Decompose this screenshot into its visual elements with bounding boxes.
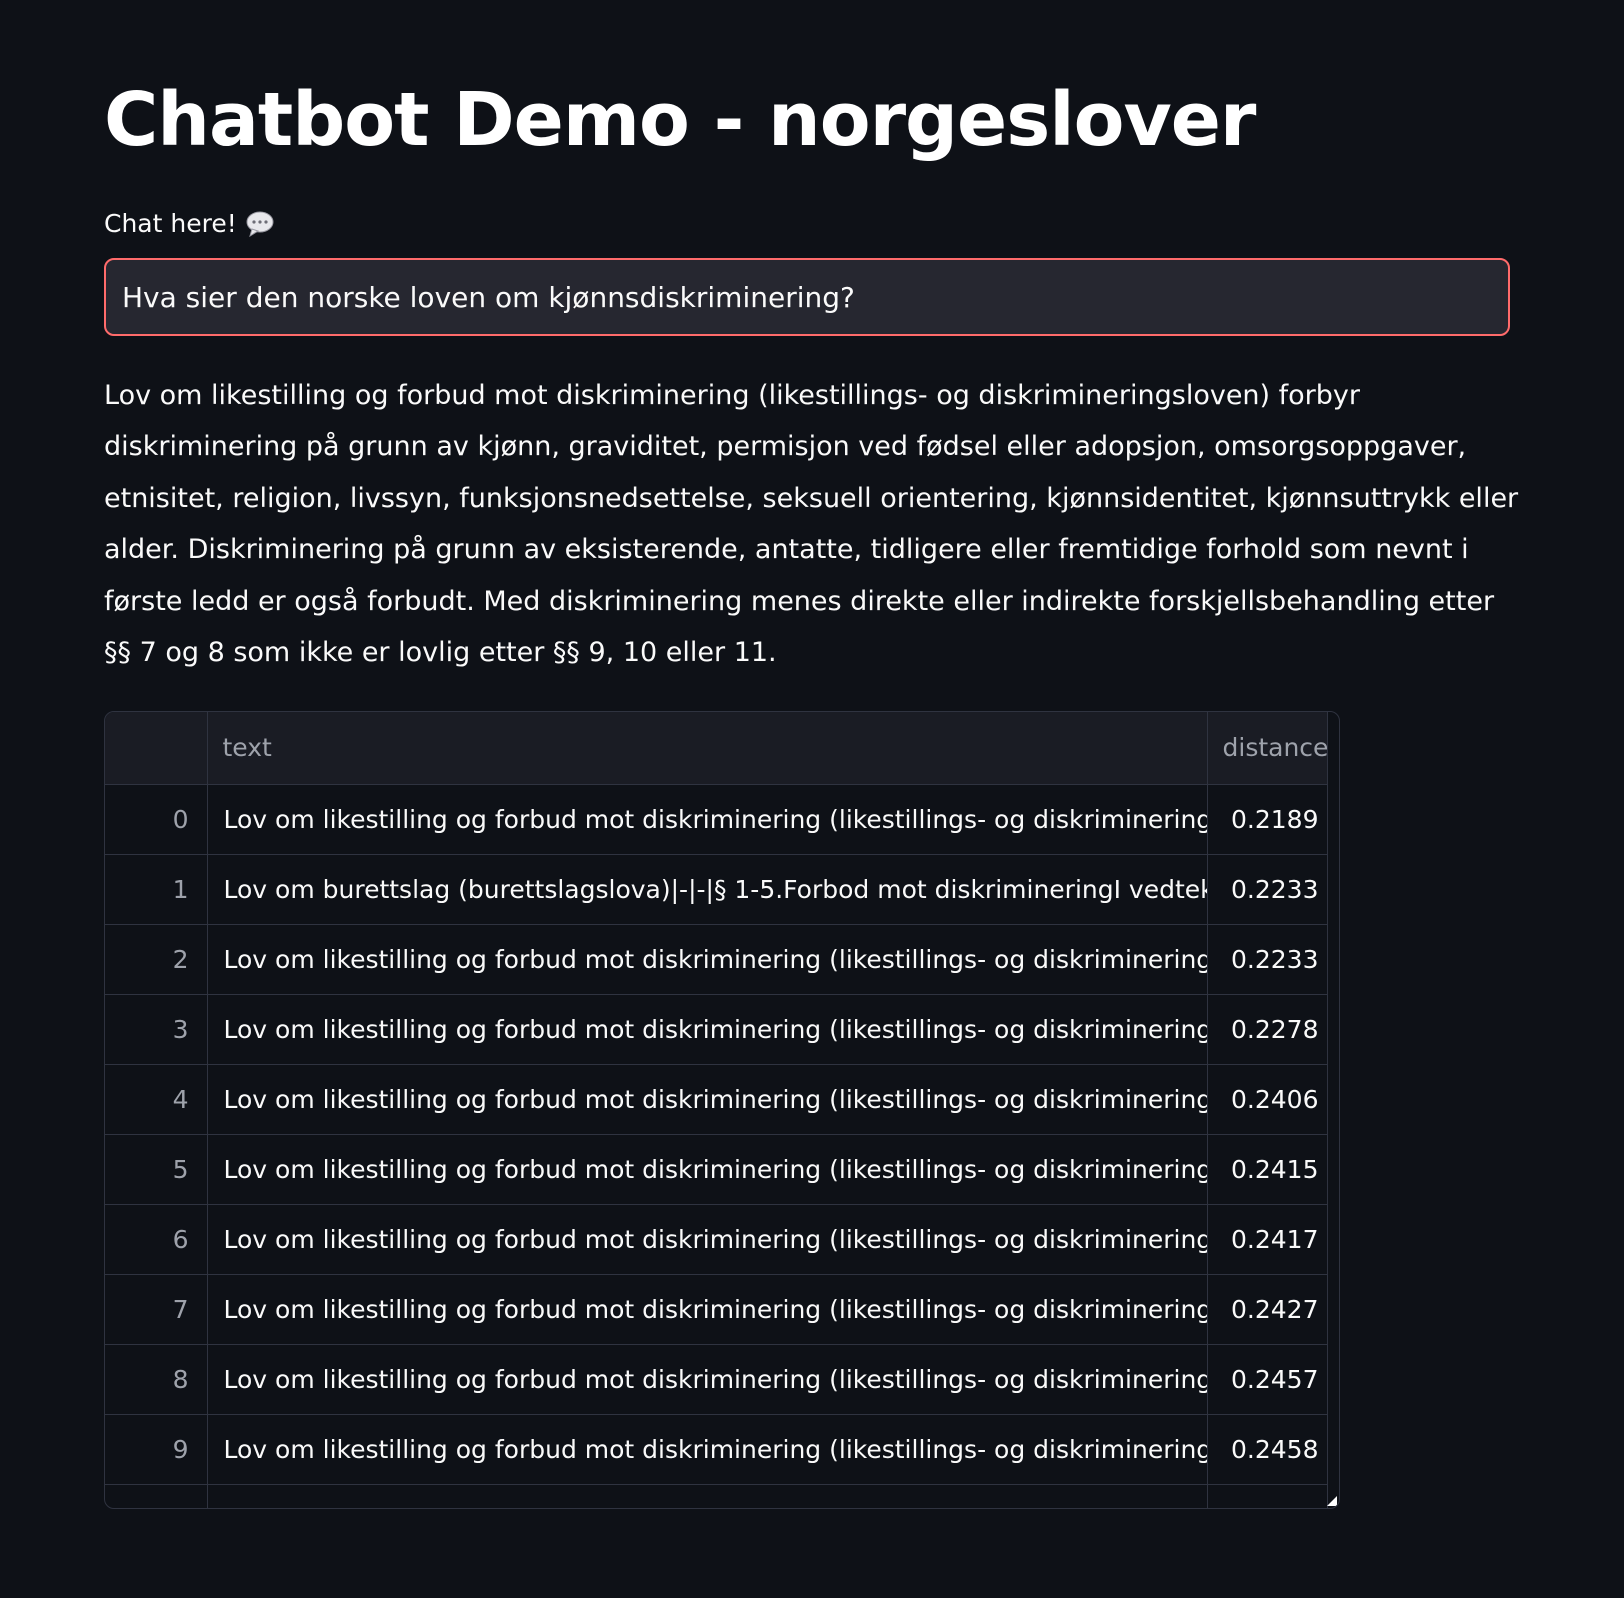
- row-text-cell[interactable]: Lov om likestilling og forbud mot diskri…: [207, 1204, 1208, 1275]
- row-text-cell[interactable]: Lov om likestilling og forbud mot diskri…: [207, 1414, 1208, 1485]
- row-distance-cell[interactable]: 0.2457: [1207, 1344, 1328, 1415]
- row-distance-cell[interactable]: 0.2278: [1207, 994, 1328, 1065]
- row-text-cell[interactable]: Lov om likestilling og forbud mot diskri…: [207, 1274, 1208, 1345]
- answer-text: Lov om likestilling og forbud mot diskri…: [104, 380, 1519, 669]
- table-row[interactable]: 7 Lov om likestilling og forbud mot disk…: [105, 1274, 1328, 1345]
- results-dataframe[interactable]: text distance 0 Lov om likestilling og f…: [104, 711, 1340, 1509]
- row-distance-cell[interactable]: 0.2458: [1207, 1414, 1328, 1485]
- row-distance-cell: [1207, 1484, 1328, 1508]
- row-text-cell[interactable]: Lov om likestilling og forbud mot diskri…: [207, 1064, 1208, 1135]
- row-index: 7: [105, 1274, 208, 1345]
- column-header-index[interactable]: [105, 712, 208, 785]
- table-row[interactable]: 3 Lov om likestilling og forbud mot disk…: [105, 994, 1328, 1065]
- page-title: Chatbot Demo - norgeslover: [104, 77, 1256, 163]
- row-index: 6: [105, 1204, 208, 1275]
- row-text-cell[interactable]: Lov om likestilling og forbud mot diskri…: [207, 1344, 1208, 1415]
- row-text-cell[interactable]: Lov om burettslag (burettslagslova)|-|-|…: [207, 854, 1208, 925]
- row-index: 2: [105, 924, 208, 995]
- row-distance-cell[interactable]: 0.2427: [1207, 1274, 1328, 1345]
- column-header-distance[interactable]: distance: [1207, 712, 1328, 785]
- row-index: 3: [105, 994, 208, 1065]
- table-row[interactable]: 5 Lov om likestilling og forbud mot disk…: [105, 1134, 1328, 1205]
- speech-balloon-icon: [245, 210, 275, 238]
- row-distance-cell[interactable]: 0.2233: [1207, 854, 1328, 925]
- chat-label: Chat here!: [104, 206, 275, 242]
- row-text-cell[interactable]: Lov om likestilling og forbud mot diskri…: [207, 1134, 1208, 1205]
- row-distance-cell[interactable]: 0.2406: [1207, 1064, 1328, 1135]
- row-index: [105, 1484, 208, 1508]
- row-index: 1: [105, 854, 208, 925]
- results-table: text distance 0 Lov om likestilling og f…: [105, 712, 1328, 1508]
- row-index: 8: [105, 1344, 208, 1415]
- table-row[interactable]: 0 Lov om likestilling og forbud mot disk…: [105, 784, 1328, 855]
- app-page: Chatbot Demo - norgeslover Chat here! Lo…: [0, 0, 1624, 1598]
- table-header-row: text distance: [105, 712, 1328, 785]
- table-row-partial: [105, 1484, 1328, 1508]
- chat-input[interactable]: [104, 258, 1510, 336]
- resize-handle-icon[interactable]: [1327, 1496, 1337, 1506]
- row-distance-cell[interactable]: 0.2417: [1207, 1204, 1328, 1275]
- table-row[interactable]: 4 Lov om likestilling og forbud mot disk…: [105, 1064, 1328, 1135]
- row-distance-cell[interactable]: 0.2415: [1207, 1134, 1328, 1205]
- table-row[interactable]: 6 Lov om likestilling og forbud mot disk…: [105, 1204, 1328, 1275]
- row-text-cell[interactable]: Lov om likestilling og forbud mot diskri…: [207, 994, 1208, 1065]
- row-index: 4: [105, 1064, 208, 1135]
- row-distance-cell[interactable]: 0.2233: [1207, 924, 1328, 995]
- table-row[interactable]: 8 Lov om likestilling og forbud mot disk…: [105, 1344, 1328, 1415]
- column-header-text[interactable]: text: [207, 712, 1208, 785]
- row-index: 9: [105, 1414, 208, 1485]
- table-row[interactable]: 2 Lov om likestilling og forbud mot disk…: [105, 924, 1328, 995]
- row-index: 5: [105, 1134, 208, 1205]
- row-distance-cell[interactable]: 0.2189: [1207, 784, 1328, 855]
- table-row[interactable]: 9 Lov om likestilling og forbud mot disk…: [105, 1414, 1328, 1485]
- row-text-cell[interactable]: Lov om likestilling og forbud mot diskri…: [207, 784, 1208, 855]
- table-row[interactable]: 1 Lov om burettslag (burettslagslova)|-|…: [105, 854, 1328, 925]
- row-text-cell: [207, 1484, 1208, 1508]
- chat-label-text: Chat here!: [104, 209, 237, 238]
- row-text-cell[interactable]: Lov om likestilling og forbud mot diskri…: [207, 924, 1208, 995]
- row-index: 0: [105, 784, 208, 855]
